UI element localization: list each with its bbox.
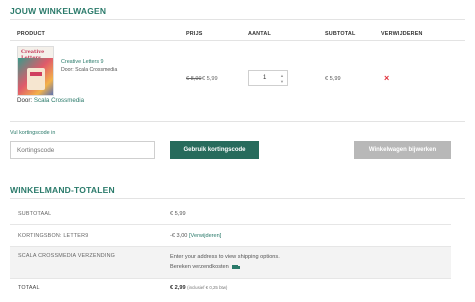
total-amount: € 2,99 — [170, 285, 186, 291]
cart-title: JOUW WINKELWAGEN — [10, 6, 107, 16]
row-value: € 2,99 (inclusief € 0,25 btw) — [170, 285, 227, 291]
row-label: TOTAAL — [18, 285, 40, 291]
column-product: PRODUCT — [17, 31, 46, 37]
row-label: SCALA CROSSMEDIA VERZENDING — [18, 253, 116, 259]
increment-icon[interactable]: ▲ — [280, 74, 284, 78]
divider — [10, 19, 465, 20]
totals-row-coupon: KORTINGSBON: LETTER9 -€ 3,00 [Verwijdere… — [10, 224, 451, 246]
discount-amount: -€ 3,00 — [170, 233, 188, 239]
decrement-icon[interactable]: ▼ — [280, 80, 284, 84]
coupon-input[interactable] — [10, 141, 155, 159]
calculate-shipping-link[interactable]: Bereken verzendkosten — [170, 264, 240, 270]
quantity-value[interactable]: 1 — [263, 75, 266, 81]
divider — [10, 198, 465, 199]
row-value: € 5,99 — [170, 211, 186, 217]
product-thumbnail[interactable]: Creative Letters — [17, 46, 54, 96]
product-vendor: Door: Scala Crossmedia — [61, 67, 118, 73]
truck-icon — [231, 264, 240, 269]
quantity-stepper[interactable]: 1 ▲ ▼ — [248, 70, 288, 86]
item-subtotal: € 5,99 — [325, 76, 341, 82]
totals-row-subtotal: SUBTOTAAL € 5,99 — [10, 204, 451, 224]
remove-coupon-link[interactable]: [Verwijderen] — [189, 233, 221, 239]
column-subtotal: SUBTOTAL — [325, 31, 356, 37]
price-original: € 8,99 — [186, 76, 202, 82]
totals-title: WINKELMAND-TOTALEN — [10, 185, 115, 195]
remove-icon[interactable]: × — [384, 73, 389, 83]
product-vendor-line: Door: Scala Crossmedia — [17, 97, 84, 104]
price-sale: € 5,99 — [202, 76, 218, 82]
calculate-shipping-label[interactable]: Bereken verzendkosten — [170, 264, 229, 270]
vendor-link[interactable]: Scala Crossmedia — [34, 97, 84, 104]
column-quantity: AANTAL — [248, 31, 271, 37]
totals-row-total: TOTAAL € 2,99 (inclusief € 0,25 btw) — [10, 278, 451, 300]
row-value: -€ 3,00 [Verwijderen] — [170, 233, 221, 239]
divider — [10, 40, 465, 41]
shipping-note: Enter your address to view shipping opti… — [170, 254, 280, 260]
column-remove: VERWIJDEREN — [381, 31, 423, 37]
tax-note: (inclusief € 0,25 btw) — [187, 285, 228, 290]
divider — [10, 121, 465, 122]
product-name-link[interactable]: Creative Letters 9 — [61, 59, 104, 65]
column-price: PRIJS — [186, 31, 203, 37]
row-label: KORTINGSBON: LETTER9 — [18, 233, 89, 239]
row-label: SUBTOTAAL — [18, 211, 52, 217]
apply-coupon-button[interactable]: Gebruik kortingscode — [170, 141, 259, 159]
update-cart-button[interactable]: Winkelwagen bijwerken — [354, 141, 451, 159]
totals-row-shipping: SCALA CROSSMEDIA VERZENDING Enter your a… — [10, 246, 451, 278]
vendor-prefix: Door: — [17, 97, 33, 104]
coupon-label: Vul kortingscode in — [10, 130, 56, 136]
